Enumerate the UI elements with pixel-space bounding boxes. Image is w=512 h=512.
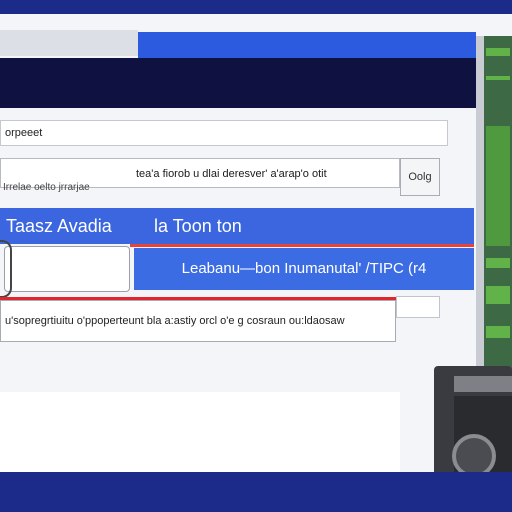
search-row-subtext: Irrelae oelto jrrarjae [3,182,90,193]
address-field-value: orpeeet [5,127,43,139]
empty-panel [0,392,400,472]
side-panel [484,36,512,376]
blue-header-right-label: la Toon ton [154,216,242,236]
top-accent-bar [138,32,476,58]
device-object [434,366,512,484]
description-row[interactable]: u'sopregrtiuitu o'ppoperteunt bla a:asti… [0,300,396,342]
blue-header-bar: Taasz Avadia la Toon ton [0,208,474,244]
bracket-mark [0,240,12,298]
search-row-button[interactable]: Oolg [400,158,440,196]
device-strip [454,376,512,392]
red-divider [130,244,474,247]
address-field[interactable]: orpeeet [0,120,448,146]
input-box[interactable] [4,246,130,292]
top-strip [0,30,138,56]
description-row-text: u'sopregrtiuitu o'ppoperteunt bla a:asti… [5,315,345,327]
window-titlebar [0,58,476,108]
small-box[interactable] [396,296,440,318]
search-row-text: tea'a fiorob u dlai deresver' a'arap'o o… [136,168,327,180]
bottom-frame [0,472,512,512]
action-button[interactable]: Leabanu—bon Inumanutal' /TIPC (r4 [134,248,474,290]
blue-header-left-label: Taasz Avadia [6,216,112,236]
